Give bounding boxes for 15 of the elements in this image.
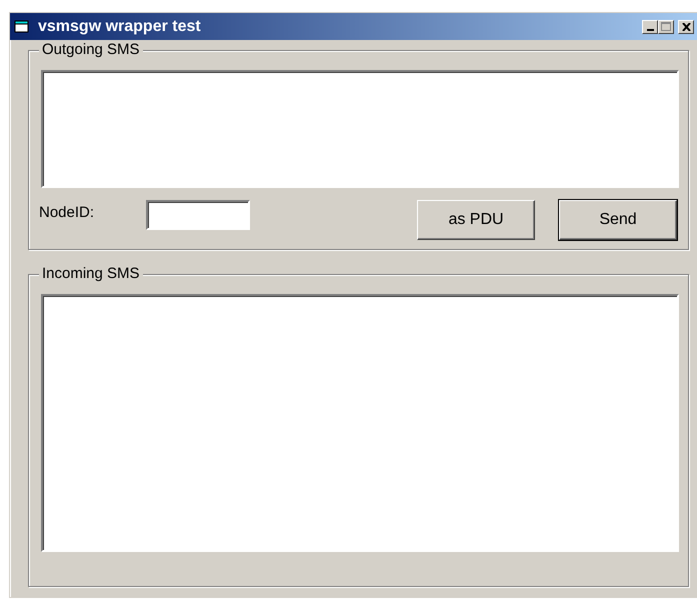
nodeid-label: NodeID:	[39, 203, 96, 223]
maximize-icon	[661, 22, 671, 31]
outgoing-text-area[interactable]	[41, 70, 679, 188]
nodeid-field[interactable]	[146, 200, 250, 230]
maximize-button[interactable]	[658, 20, 674, 34]
window-title: vsmsgw wrapper test	[38, 16, 201, 36]
push-button[interactable]: as PDU	[417, 200, 535, 240]
window-icon	[14, 20, 30, 34]
push-button[interactable]: Send	[559, 200, 677, 240]
close-icon	[682, 22, 690, 30]
group-label: Incoming SMS	[39, 264, 143, 284]
minimize-button[interactable]	[642, 20, 658, 34]
minimize-icon	[646, 28, 654, 30]
close-button[interactable]	[678, 20, 694, 34]
group-label: Outgoing SMS	[39, 40, 143, 60]
